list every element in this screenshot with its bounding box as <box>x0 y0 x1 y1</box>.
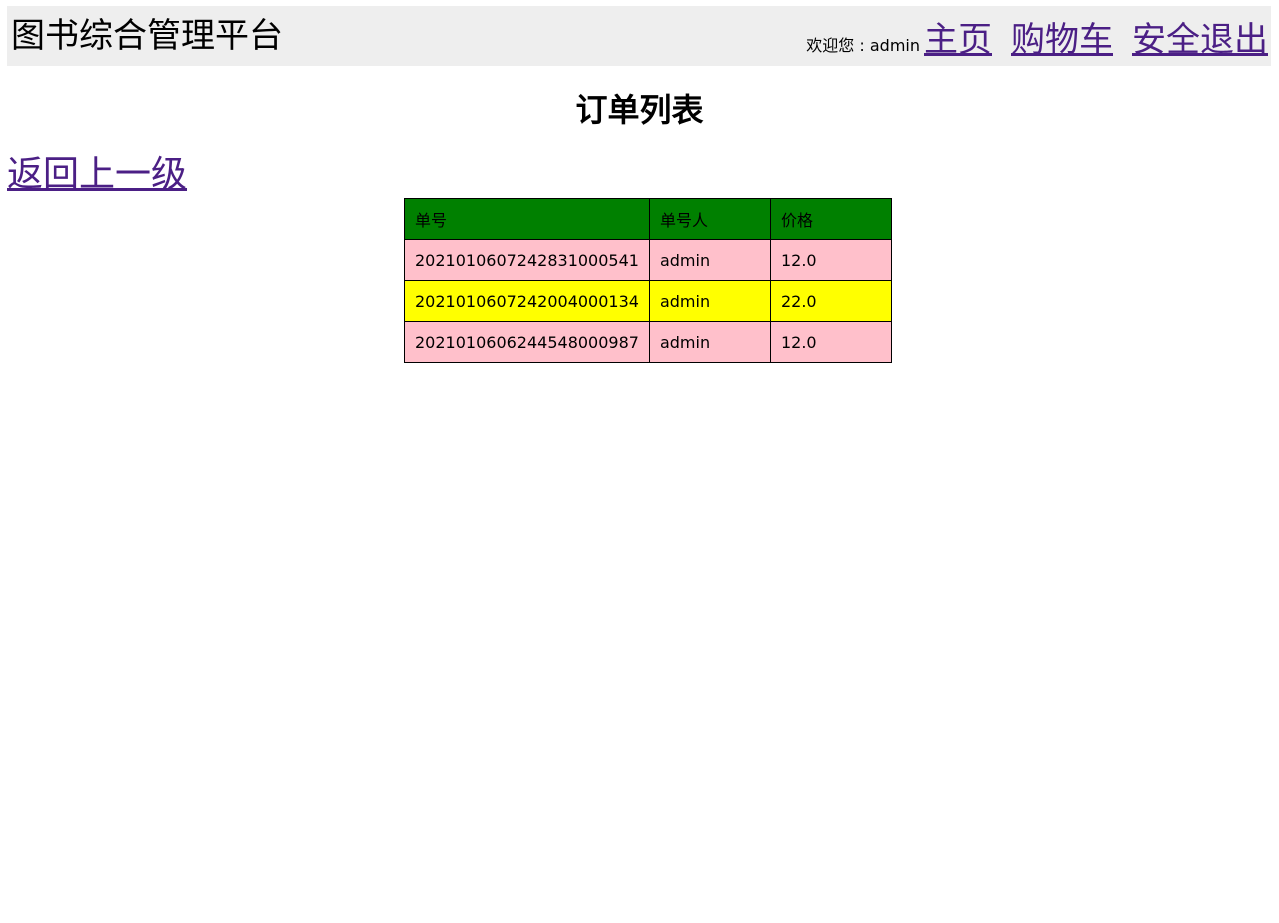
price-cell: 12.0 <box>769 239 892 281</box>
site-title: 图书综合管理平台 <box>11 16 283 56</box>
table-row: 2021010607242004000134 admin 22.0 <box>404 280 892 322</box>
home-link[interactable]: 主页 <box>924 12 992 61</box>
table-row: 2021010606244548000987 admin 12.0 <box>404 321 892 363</box>
order-id-cell: 2021010607242004000134 <box>404 280 650 322</box>
cart-link[interactable]: 购物车 <box>1011 12 1113 61</box>
back-link[interactable]: 返回上一级 <box>7 151 187 199</box>
orders-table: 单号 单号人 价格 2021010607242831000541 admin 1… <box>404 198 892 363</box>
price-cell: 12.0 <box>769 321 892 363</box>
column-header-user: 单号人 <box>648 198 771 240</box>
page: 图书综合管理平台 欢迎您 : admin 主页 购物车 安全退出 订单列表 返回… <box>0 0 1279 923</box>
welcome-text: 欢迎您 : admin <box>806 36 920 55</box>
page-title: 订单列表 <box>575 91 704 129</box>
header-bar: 图书综合管理平台 欢迎您 : admin 主页 购物车 安全退出 <box>7 6 1271 66</box>
price-cell: 22.0 <box>769 280 892 322</box>
user-cell: admin <box>648 280 771 322</box>
column-header-price: 价格 <box>769 198 892 240</box>
order-id-cell: 2021010607242831000541 <box>404 239 650 281</box>
user-cell: admin <box>648 321 771 363</box>
table-header-row: 单号 单号人 价格 <box>404 198 892 240</box>
user-cell: admin <box>648 239 771 281</box>
table-row: 2021010607242831000541 admin 12.0 <box>404 239 892 281</box>
order-id-cell: 2021010606244548000987 <box>404 321 650 363</box>
logout-link[interactable]: 安全退出 <box>1132 12 1268 61</box>
header-nav: 欢迎您 : admin 主页 购物车 安全退出 <box>806 12 1268 61</box>
column-header-order-id: 单号 <box>404 198 650 240</box>
